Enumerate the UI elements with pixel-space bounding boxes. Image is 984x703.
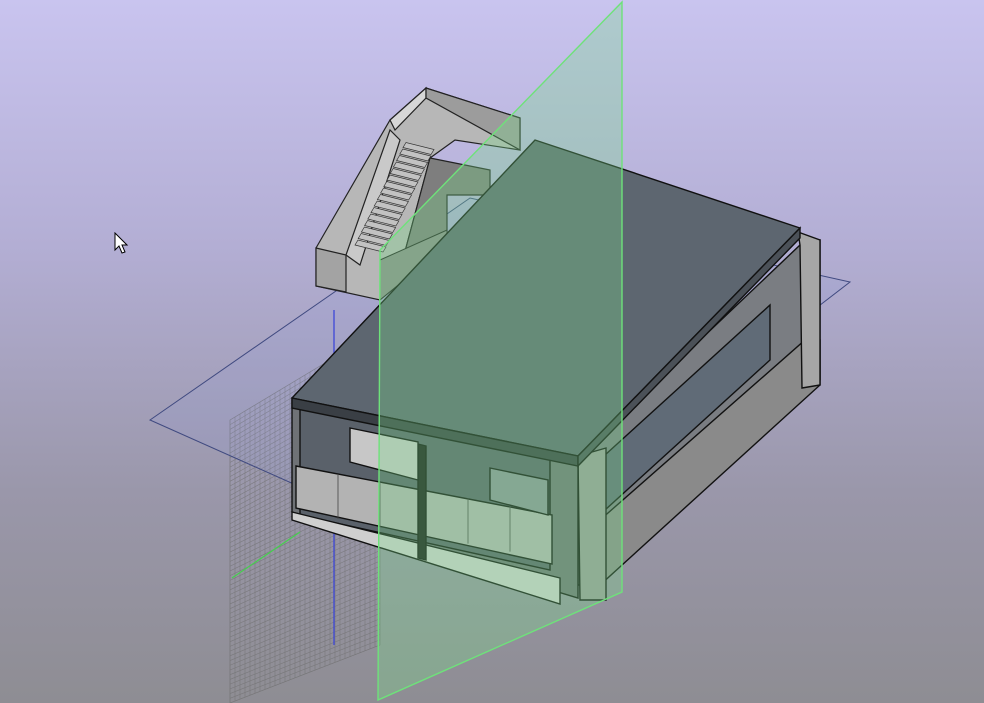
3d-viewport[interactable]: [0, 0, 984, 703]
model-scene[interactable]: [0, 0, 984, 703]
arrow-pointer-icon: [114, 232, 129, 254]
